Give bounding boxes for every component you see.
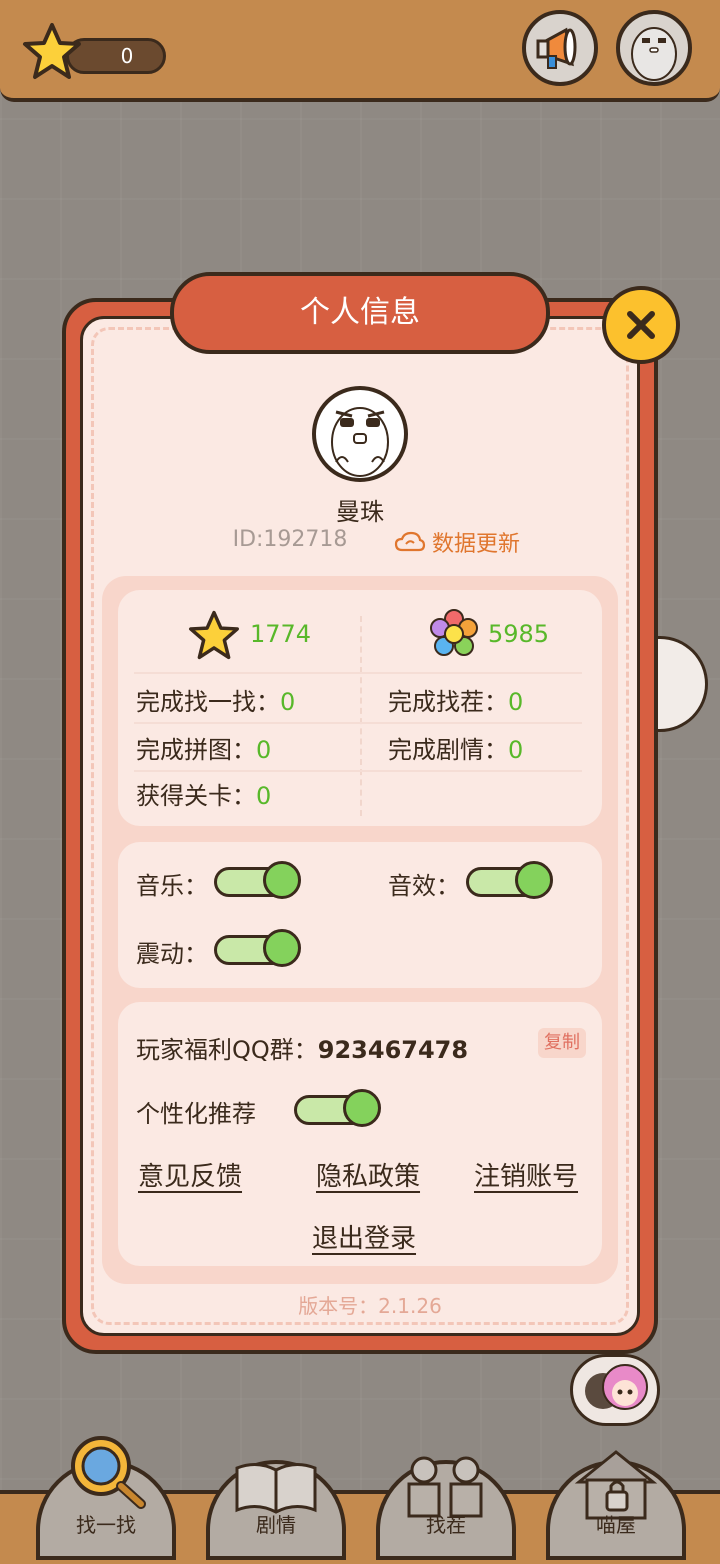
logout-link[interactable]: 退出登录 [312,1218,416,1255]
sfx-toggle[interactable] [466,861,553,899]
row-divider [134,672,582,674]
qq-group: 玩家福利QQ群：923467478 [136,1030,468,1065]
star-icon [23,23,81,79]
top-bar: 0 [0,0,720,102]
story-stat: 完成剧情：0 [388,730,523,765]
row-divider [134,722,582,724]
helper-character-button[interactable] [570,1354,660,1426]
close-icon [627,311,655,339]
vibrate-label: 震动： [136,940,208,968]
toggle-knob [515,861,553,899]
avatar-icon [631,27,677,81]
feedback-link[interactable]: 意见反馈 [138,1156,242,1193]
stats-divider [360,616,362,816]
puzzle-stat-value: 0 [256,736,272,764]
username: 曼珠 [336,498,384,526]
nav-cat-house-label: 喵屋 [596,1513,636,1537]
music-toggle[interactable] [214,861,301,899]
star-total: 1774 [250,620,312,648]
data-update-label: 数据更新 [432,532,521,557]
spot-stat-label: 完成找茬： [388,688,508,716]
vibrate-toggle[interactable] [214,929,301,967]
nav-story-label: 剧情 [256,1513,296,1537]
character-icon [585,1364,648,1410]
toggle-knob [343,1089,381,1127]
version-label: 版本号：2.1.26 [298,1294,442,1318]
flower-total: 5985 [488,620,550,648]
magnifier-icon [71,1436,146,1509]
find-stat-value: 0 [280,688,296,716]
puzzle-stat-label: 完成拼图： [136,736,256,764]
profile-avatar-button[interactable] [616,10,692,86]
close-button[interactable] [602,286,680,364]
levels-stat-value: 0 [256,782,272,810]
modal-title: 个人信息 [170,272,550,354]
find-stat: 完成找一找：0 [136,682,295,717]
user-avatar[interactable] [312,386,408,482]
levels-stat-label: 获得关卡： [136,782,256,810]
find-stat-label: 完成找一找： [136,688,280,716]
puzzle-stat: 完成拼图：0 [136,730,271,765]
story-stat-value: 0 [508,736,524,764]
toggle-knob [263,861,301,899]
flower-icon [430,609,478,656]
spot-stat: 完成找茬：0 [388,682,523,717]
megaphone-icon [536,27,577,69]
personalized-toggle[interactable] [294,1089,381,1127]
data-update-button[interactable]: 数据更新 [394,526,520,558]
sfx-label: 音效： [388,872,460,900]
announcement-button[interactable] [522,10,598,86]
privacy-link[interactable]: 隐私政策 [316,1156,420,1193]
qq-group-label: 玩家福利QQ群： [136,1036,318,1064]
star-counter: 0 [22,22,166,79]
qq-group-number: 923467478 [317,1036,469,1064]
personalized-label: 个性化推荐 [136,1100,256,1128]
cloud-sync-icon [394,531,426,552]
copy-button[interactable]: 复制 [538,1028,586,1058]
delete-account-link[interactable]: 注销账号 [474,1156,578,1193]
nav-find-label: 找一找 [76,1513,136,1537]
user-id: ID:192718 [232,527,348,552]
toggle-knob [263,929,301,967]
row-divider [134,770,582,772]
spot-stat-value: 0 [508,688,524,716]
star-icon [189,610,239,660]
nav-spot-difference-label: 找茬 [426,1513,466,1537]
story-stat-label: 完成剧情： [388,736,508,764]
avatar-icon [331,407,389,477]
music-label: 音乐： [136,872,208,900]
levels-stat: 获得关卡：0 [136,776,271,811]
